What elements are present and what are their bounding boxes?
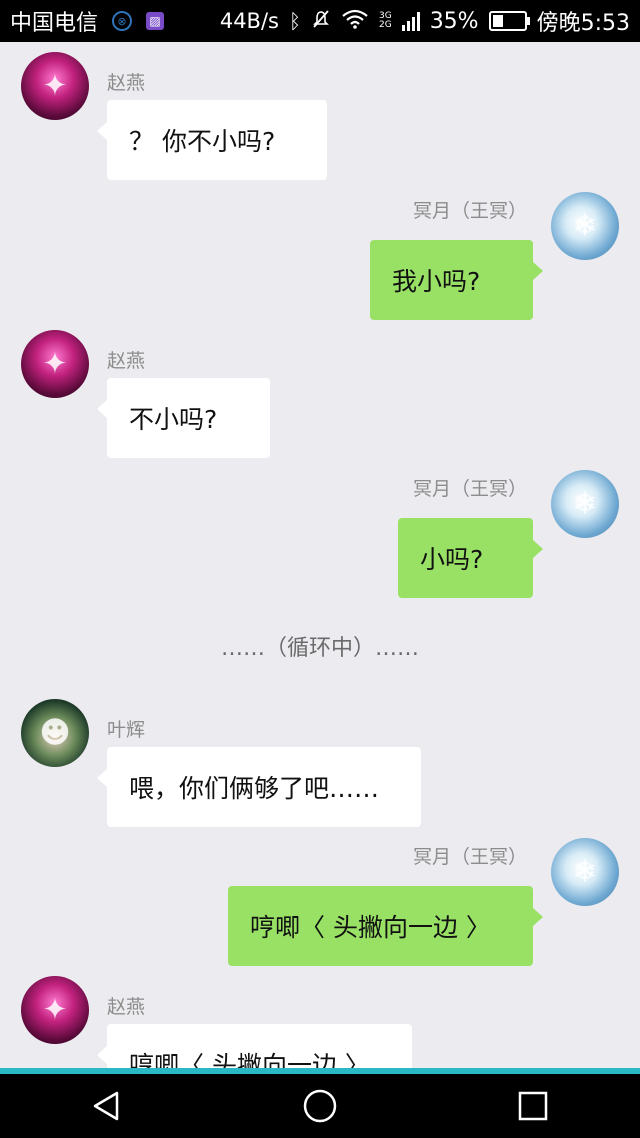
- carrier-name: 中国电信: [10, 11, 99, 36]
- avatar-art-icon: ❄: [572, 854, 598, 890]
- message-bubble[interactable]: 哼唧〈 头撇向一边 〉: [97, 1024, 412, 1068]
- avatar-art-icon: ✦: [42, 992, 68, 1028]
- sender-name: 冥月（王冥）: [412, 846, 527, 868]
- sync-icon: ⊗: [112, 11, 133, 31]
- avatar[interactable]: ❄: [551, 192, 619, 260]
- sender-name: 冥月（王冥）: [412, 200, 527, 222]
- message-bubble[interactable]: 小吗?: [398, 518, 543, 598]
- message-bubble[interactable]: 不小吗?: [97, 378, 270, 458]
- avatar[interactable]: ❄: [551, 470, 619, 538]
- avatar[interactable]: ✦: [21, 52, 89, 120]
- sender-name: 叶辉: [107, 719, 146, 741]
- recents-button[interactable]: [503, 1076, 563, 1136]
- message-bubble[interactable]: 喂，你们俩够了吧……: [97, 747, 421, 827]
- clock: 傍晚5:53: [536, 11, 630, 36]
- bluetooth-icon: ᛒ: [288, 9, 301, 33]
- message-bubble[interactable]: 哼唧〈 头撇向一边 〉: [228, 886, 543, 966]
- sender-name: 赵燕: [107, 72, 146, 94]
- network-speed: 44B/s: [219, 9, 279, 33]
- system-note: ……（循环中）……: [220, 636, 419, 661]
- signal-icon: [401, 11, 420, 31]
- avatar-art-icon: ☻: [39, 715, 71, 751]
- avatar-art-icon: ✦: [42, 346, 68, 382]
- mute-icon: [311, 9, 331, 34]
- avatar[interactable]: ✦: [21, 976, 89, 1044]
- sender-name: 冥月（王冥）: [412, 478, 527, 500]
- avatar-art-icon: ❄: [572, 208, 598, 244]
- message-bubble[interactable]: ？ 你不小吗?: [97, 100, 327, 180]
- avatar-art-icon: ✦: [42, 68, 68, 104]
- avatar[interactable]: ☻: [21, 699, 89, 767]
- sender-name: 赵燕: [107, 996, 146, 1018]
- navigation-bar: [0, 1074, 640, 1138]
- back-icon: [93, 1091, 118, 1121]
- home-button[interactable]: [290, 1076, 350, 1136]
- recents-icon: [519, 1091, 548, 1121]
- wifi-icon: [341, 9, 369, 34]
- gallery-icon: ▨: [146, 12, 165, 30]
- battery-icon: [488, 11, 530, 31]
- battery-percent: 35%: [429, 8, 479, 34]
- network-type: 3G 2G: [378, 11, 392, 30]
- avatar-art-icon: ❄: [572, 486, 598, 522]
- status-bar: 中国电信 ⊗ ▨ 44B/s ᛒ 3G 2G 35% 傍晚5:53: [0, 0, 640, 42]
- avatar[interactable]: ✦: [21, 330, 89, 398]
- chat-area[interactable]: ✦ 赵燕 ？ 你不小吗? ❄ 冥月（王冥） 我小吗? ✦ 赵燕 不小吗? ❄ 冥…: [0, 42, 640, 1068]
- home-icon: [303, 1089, 337, 1123]
- avatar[interactable]: ❄: [551, 838, 619, 906]
- message-bubble[interactable]: 我小吗?: [370, 240, 543, 320]
- sender-name: 赵燕: [107, 350, 146, 372]
- back-button[interactable]: [77, 1076, 137, 1136]
